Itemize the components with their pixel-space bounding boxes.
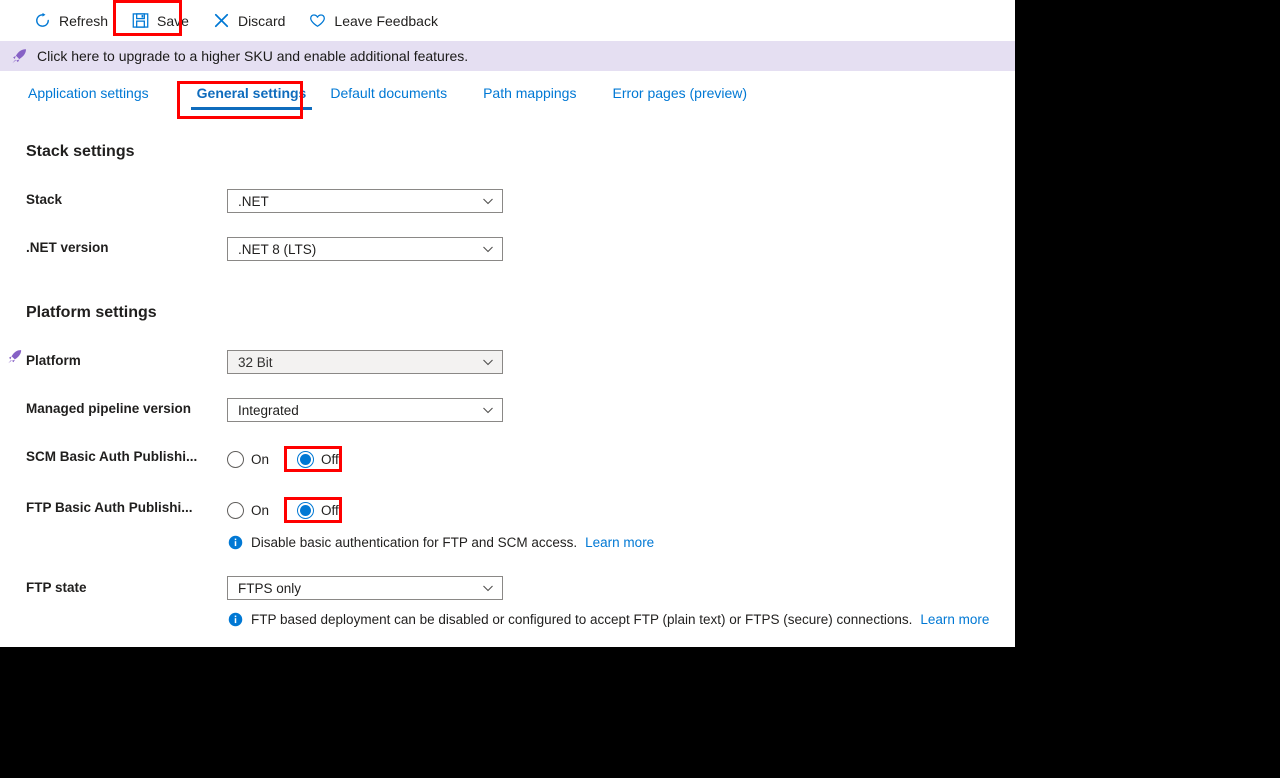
refresh-icon: [34, 12, 51, 29]
save-icon: [132, 12, 149, 29]
dotnet-version-label: .NET version: [26, 240, 109, 255]
chevron-down-icon: [482, 195, 494, 207]
radio-unchecked-icon: [227, 501, 244, 519]
managed-pipeline-version-dropdown[interactable]: Integrated: [227, 398, 503, 422]
info-icon: [228, 612, 243, 627]
tab-label: General settings: [196, 85, 307, 101]
basic-auth-learn-more-link[interactable]: Learn more: [585, 535, 654, 550]
discard-label: Discard: [237, 12, 286, 29]
info-icon: [228, 535, 243, 550]
tab-label: Application settings: [28, 85, 149, 101]
general-settings-form: Stack settings Stack .NET .NET version .…: [0, 119, 1015, 647]
ftp-state-info-row: FTP based deployment can be disabled or …: [228, 612, 989, 627]
tab-label: Default documents: [330, 85, 448, 101]
chevron-down-icon: [482, 582, 494, 594]
platform-label: Platform: [26, 353, 81, 368]
stack-dropdown[interactable]: .NET: [227, 189, 503, 213]
scm-basic-auth-off-label: Off: [321, 451, 339, 467]
upgrade-banner[interactable]: Click here to upgrade to a higher SKU an…: [0, 41, 1015, 71]
scm-basic-auth-off-option[interactable]: Off: [297, 450, 339, 468]
chevron-down-icon: [482, 404, 494, 416]
save-button[interactable]: Save: [120, 5, 201, 37]
rocket-icon: [6, 348, 24, 366]
ftp-state-learn-more-link[interactable]: Learn more: [920, 612, 989, 627]
basic-auth-info-text: Disable basic authentication for FTP and…: [251, 535, 578, 550]
screenshot-root: Refresh Save Discard Leave Feedback Clic…: [0, 0, 1280, 778]
ftp-basic-auth-off-label: Off: [321, 502, 339, 518]
stack-value: .NET: [238, 193, 269, 209]
tab-active-underline: [190, 107, 313, 110]
tab-path-mappings[interactable]: Path mappings: [483, 71, 594, 113]
refresh-label: Refresh: [59, 12, 109, 29]
save-label: Save: [157, 12, 189, 29]
scm-basic-auth-on-option[interactable]: On: [227, 450, 270, 468]
ftp-state-value: FTPS only: [238, 580, 302, 596]
tab-application-settings[interactable]: Application settings: [28, 71, 167, 113]
stack-label: Stack: [26, 192, 63, 207]
ftp-state-label: FTP state: [26, 580, 87, 595]
platform-dropdown[interactable]: 32 Bit: [227, 350, 503, 374]
command-bar: Refresh Save Discard Leave Feedback: [0, 0, 1015, 41]
chevron-down-icon: [482, 243, 494, 255]
heart-icon: [309, 12, 326, 29]
chevron-down-icon: [482, 356, 494, 368]
stack-settings-heading: Stack settings: [26, 143, 135, 160]
radio-checked-icon: [297, 501, 315, 519]
scm-basic-auth-radio-group: On Off: [227, 447, 345, 471]
ftp-basic-auth-off-option[interactable]: Off: [297, 501, 339, 519]
close-icon: [213, 12, 230, 29]
refresh-button[interactable]: Refresh: [22, 5, 120, 37]
scm-basic-auth-on-label: On: [251, 451, 270, 467]
discard-button[interactable]: Discard: [201, 5, 297, 37]
leave-feedback-label: Leave Feedback: [334, 12, 438, 29]
dotnet-version-value: .NET 8 (LTS): [238, 241, 317, 257]
leave-feedback-button[interactable]: Leave Feedback: [297, 5, 450, 37]
ftp-state-info-text: FTP based deployment can be disabled or …: [251, 612, 913, 627]
radio-unchecked-icon: [227, 450, 244, 468]
tab-label: Path mappings: [483, 85, 577, 101]
upgrade-banner-text: Click here to upgrade to a higher SKU an…: [37, 48, 469, 64]
tab-general-settings[interactable]: General settings: [185, 71, 319, 113]
radio-checked-icon: [297, 450, 315, 468]
ftp-state-dropdown[interactable]: FTPS only: [227, 576, 503, 600]
tab-default-documents[interactable]: Default documents: [330, 71, 465, 113]
dotnet-version-dropdown[interactable]: .NET 8 (LTS): [227, 237, 503, 261]
rocket-icon: [10, 47, 29, 66]
basic-auth-info-row: Disable basic authentication for FTP and…: [228, 535, 654, 550]
scm-basic-auth-label: SCM Basic Auth Publishi...: [26, 449, 198, 464]
platform-settings-heading: Platform settings: [26, 304, 157, 321]
ftp-basic-auth-radio-group: On Off: [227, 498, 345, 522]
configuration-panel: Refresh Save Discard Leave Feedback Clic…: [0, 0, 1015, 647]
ftp-basic-auth-on-label: On: [251, 502, 270, 518]
ftp-basic-auth-label: FTP Basic Auth Publishi...: [26, 500, 193, 515]
platform-value: 32 Bit: [238, 354, 273, 370]
managed-pipeline-version-label: Managed pipeline version: [26, 401, 192, 416]
ftp-basic-auth-on-option[interactable]: On: [227, 501, 270, 519]
tab-label: Error pages (preview): [612, 85, 748, 101]
tab-error-pages[interactable]: Error pages (preview): [612, 71, 765, 113]
settings-tabs: Application settings General settings De…: [0, 71, 1015, 119]
managed-pipeline-version-value: Integrated: [238, 402, 299, 418]
